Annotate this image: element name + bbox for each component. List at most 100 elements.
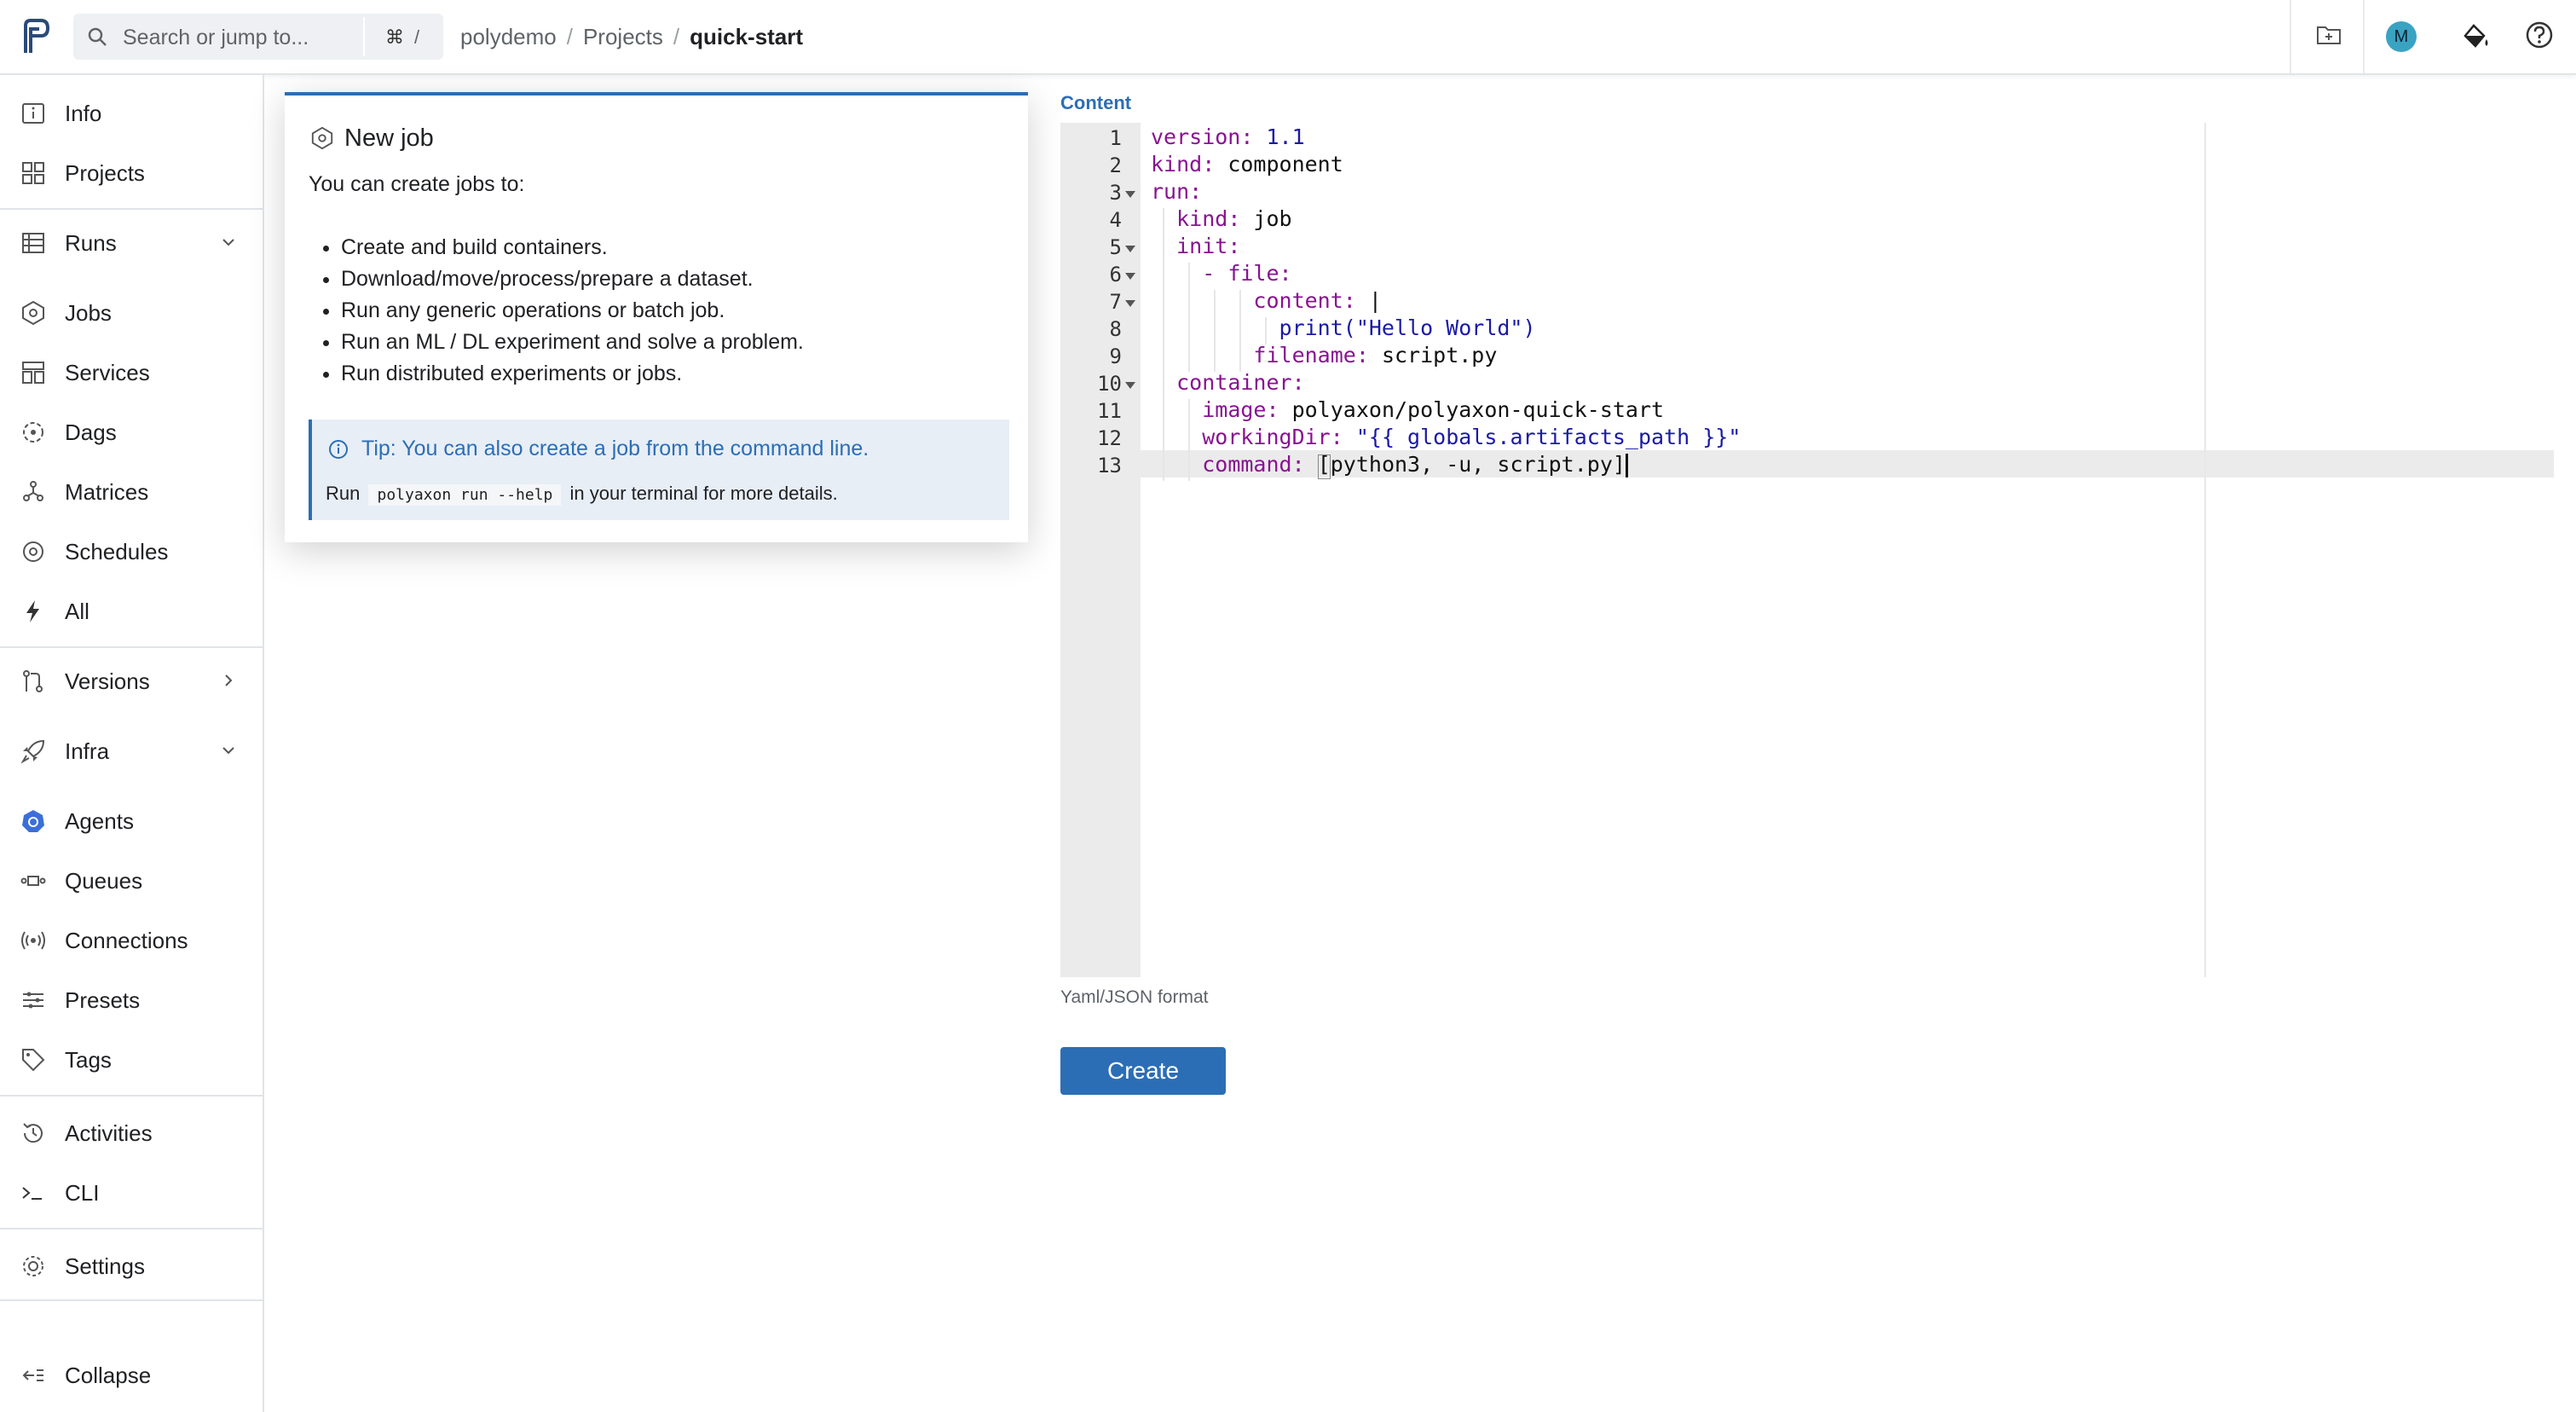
help-icon bbox=[2526, 21, 2553, 49]
sidebar-item-label: Agents bbox=[65, 808, 134, 834]
line-number: 7 bbox=[1109, 290, 1122, 314]
new-folder-button[interactable] bbox=[2290, 0, 2365, 73]
sidebar-item-info[interactable]: Info bbox=[0, 87, 263, 138]
yaml-editor[interactable]: 1 2 3 4 5 6 7 8 9 10 11 12 13 version: 1.1 kind: comp… bbox=[1060, 123, 2554, 977]
indent-guide bbox=[1214, 317, 1216, 344]
indent-guide bbox=[1188, 426, 1191, 454]
jobs-icon bbox=[311, 126, 333, 150]
tip-text: Tip: You can also create a job from the … bbox=[361, 437, 869, 460]
dags-icon bbox=[23, 422, 43, 443]
sidebar-item-queues[interactable]: Queues bbox=[0, 854, 263, 906]
sidebar-item-label: All bbox=[65, 599, 90, 624]
line-number: 8 bbox=[1109, 317, 1122, 341]
folder-plus-icon bbox=[2317, 26, 2341, 44]
line-number: 10 bbox=[1097, 372, 1122, 396]
sidebar-item-versions[interactable]: Versions bbox=[0, 655, 263, 706]
list-item: Download/move/process/prepare a dataset. bbox=[341, 263, 804, 295]
info-circle-icon bbox=[329, 440, 348, 459]
indent-guide bbox=[1163, 399, 1164, 426]
kubernetes-icon bbox=[22, 810, 44, 832]
sidebar-item-label: Settings bbox=[65, 1253, 145, 1279]
runs-icon bbox=[22, 233, 44, 253]
breadcrumb-project[interactable]: quick-start bbox=[690, 24, 803, 49]
code-line: command: [python3, -u, script.py] bbox=[1202, 452, 1626, 477]
chevron-down-icon bbox=[222, 747, 234, 755]
code-line: run: bbox=[1151, 179, 1203, 204]
sidebar-item-projects[interactable]: Projects bbox=[0, 147, 263, 198]
create-button[interactable]: Create bbox=[1060, 1047, 1226, 1095]
polyaxon-logo-icon[interactable] bbox=[19, 17, 56, 58]
search-bar[interactable]: Search or jump to... ⌘ / bbox=[73, 14, 443, 60]
sidebar-item-connections[interactable]: Connections bbox=[0, 914, 263, 965]
bracket-match-highlight bbox=[1317, 454, 1331, 479]
code-line: version: 1.1 bbox=[1151, 124, 1305, 149]
line-number: 4 bbox=[1109, 208, 1122, 232]
fold-toggle-icon[interactable] bbox=[1125, 191, 1135, 198]
fold-toggle-icon[interactable] bbox=[1125, 273, 1135, 280]
run-prefix: Run bbox=[326, 483, 361, 504]
code-area[interactable]: version: 1.1 kind: component run: kind: jo… bbox=[1142, 123, 2554, 977]
breadcrumb: polydemo / Projects / quick-start bbox=[460, 24, 804, 49]
indent-guide bbox=[1188, 344, 1191, 372]
sidebar-item-label: Collapse bbox=[65, 1363, 152, 1388]
fold-toggle-icon[interactable] bbox=[1125, 300, 1135, 307]
top-bar: Search or jump to... ⌘ / polydemo / Projec… bbox=[0, 0, 2576, 75]
sidebar-item-runs[interactable]: Runs bbox=[0, 217, 263, 268]
sidebar-divider bbox=[0, 1299, 263, 1301]
sidebar-item-services[interactable]: Services bbox=[0, 346, 263, 397]
paint-bucket-icon bbox=[2463, 24, 2488, 48]
code-line: filename: script.py bbox=[1253, 343, 1498, 367]
list-item: Run distributed experiments or jobs. bbox=[341, 358, 804, 390]
line-number: 6 bbox=[1109, 263, 1122, 286]
services-icon bbox=[22, 362, 44, 384]
sidebar-item-agents[interactable]: Agents bbox=[0, 795, 263, 846]
chevron-right-icon bbox=[225, 674, 233, 686]
format-hint: Yaml/JSON format bbox=[1060, 987, 1209, 1007]
code-line: kind: component bbox=[1151, 152, 1343, 176]
sidebar-item-jobs[interactable]: Jobs bbox=[0, 286, 263, 338]
chevron-down-icon bbox=[222, 239, 234, 246]
code-line: image: polyaxon/polyaxon-quick-start bbox=[1202, 397, 1665, 422]
fold-toggle-icon[interactable] bbox=[1125, 246, 1135, 252]
line-number: 1 bbox=[1109, 126, 1122, 150]
slash-key: / bbox=[414, 26, 420, 48]
sidebar-item-cli[interactable]: CLI bbox=[0, 1166, 263, 1218]
search-shortcut: ⌘ / bbox=[363, 17, 445, 56]
sidebar-item-settings[interactable]: Settings bbox=[0, 1240, 263, 1291]
help-button[interactable] bbox=[2510, 0, 2576, 73]
popover-title: New job bbox=[344, 124, 434, 152]
schedules-icon bbox=[23, 541, 43, 562]
sidebar-item-dags[interactable]: Dags bbox=[0, 406, 263, 457]
sidebar-item-all[interactable]: All bbox=[0, 585, 263, 636]
indent-guide bbox=[1163, 235, 1164, 263]
collapse-icon bbox=[22, 1369, 43, 1381]
sidebar-item-schedules[interactable]: Schedules bbox=[0, 525, 263, 576]
sidebar-divider bbox=[0, 1095, 263, 1097]
breadcrumb-org[interactable]: polydemo bbox=[460, 24, 557, 49]
presets-icon bbox=[23, 992, 43, 1009]
sidebar-item-matrices[interactable]: Matrices bbox=[0, 466, 263, 517]
indent-guide bbox=[1163, 372, 1164, 399]
code-line: workingDir: "{{ globals.artifacts_path }… bbox=[1202, 425, 1741, 449]
indent-guide bbox=[1214, 290, 1216, 317]
connections-icon bbox=[21, 931, 45, 950]
sidebar-item-presets[interactable]: Presets bbox=[0, 974, 263, 1025]
sidebar-collapse-button[interactable]: Collapse bbox=[0, 1349, 263, 1400]
indent-guide bbox=[1188, 454, 1191, 481]
sidebar-item-tags[interactable]: Tags bbox=[0, 1033, 263, 1085]
content-label: Content bbox=[1060, 92, 1132, 113]
run-command: polyaxon run --help bbox=[368, 484, 562, 506]
sidebar-item-infra[interactable]: Infra bbox=[0, 725, 263, 776]
indent-guide bbox=[1163, 290, 1164, 317]
sidebar-item-label: Projects bbox=[65, 160, 145, 186]
fold-toggle-icon[interactable] bbox=[1125, 382, 1135, 389]
user-menu-button[interactable]: M bbox=[2363, 0, 2438, 73]
sidebar-item-activities[interactable]: Activities bbox=[0, 1107, 263, 1158]
sidebar-item-label: Presets bbox=[65, 987, 141, 1013]
theme-button[interactable] bbox=[2436, 0, 2510, 73]
indent-guide bbox=[1163, 317, 1164, 344]
sidebar-item-label: Tags bbox=[65, 1047, 112, 1073]
code-line: content: | bbox=[1253, 288, 1382, 313]
sidebar-item-label: CLI bbox=[65, 1180, 100, 1206]
breadcrumb-projects[interactable]: Projects bbox=[583, 24, 663, 49]
